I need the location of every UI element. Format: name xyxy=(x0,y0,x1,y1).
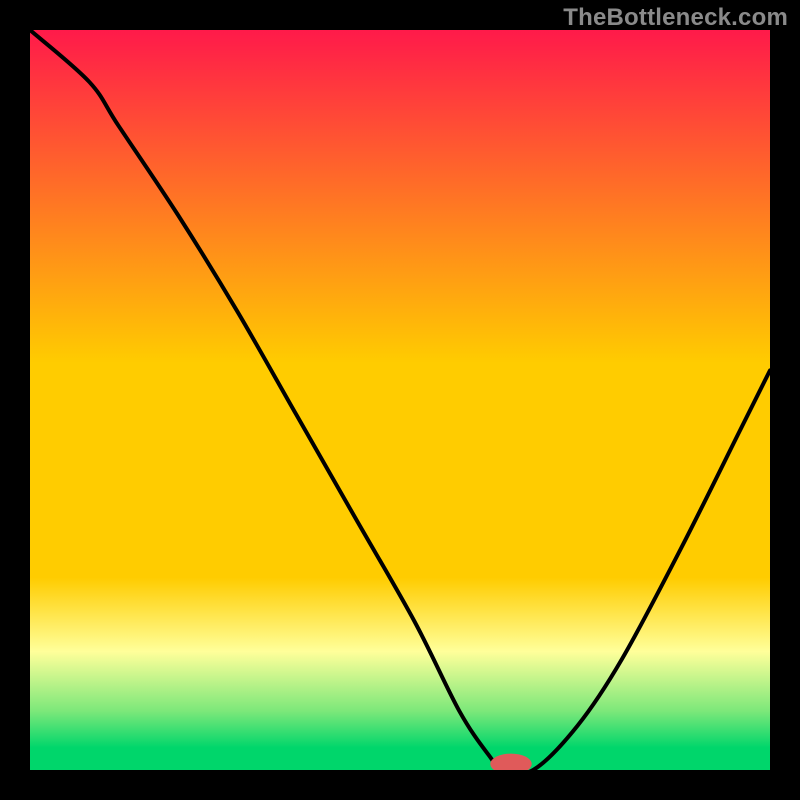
chart-frame: TheBottleneck.com xyxy=(0,0,800,800)
gradient-background xyxy=(30,30,770,770)
plot-area xyxy=(30,30,770,770)
chart-svg xyxy=(30,30,770,770)
watermark-text: TheBottleneck.com xyxy=(563,4,788,32)
